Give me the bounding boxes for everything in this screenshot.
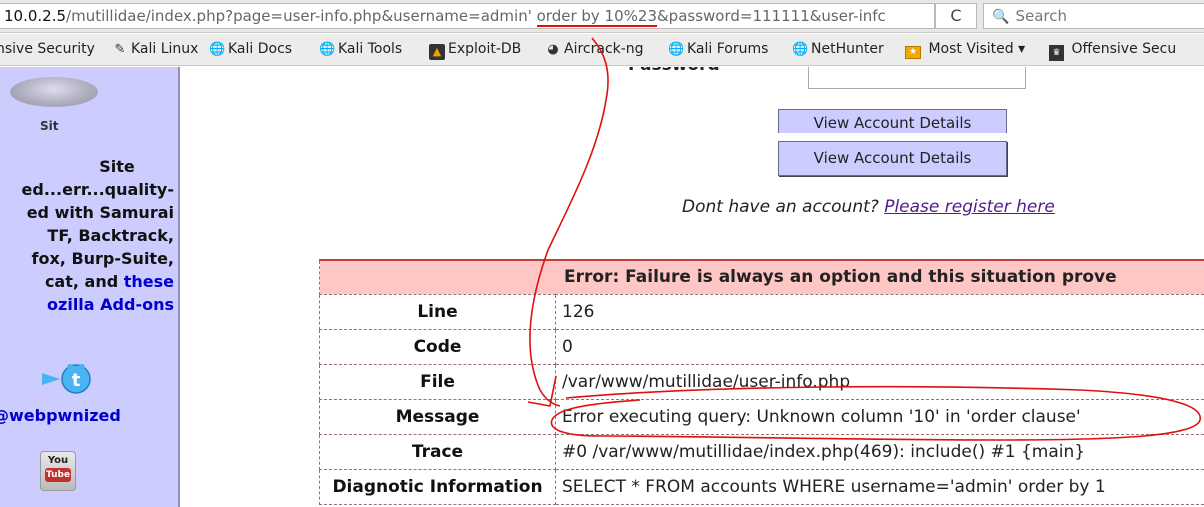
- youtube-tube: Tube: [45, 468, 71, 482]
- main-content: Password View Account Details View Accou…: [182, 67, 1204, 507]
- table-row: Code 0: [319, 328, 1204, 365]
- folder-icon: ★: [905, 46, 921, 59]
- offensive-security-icon: ♛: [1049, 45, 1064, 61]
- reload-button[interactable]: C: [935, 3, 977, 29]
- globe-icon: 🌐: [319, 42, 336, 57]
- view-account-button-ghost: View Account Details: [778, 109, 1007, 133]
- bookmark-label: Offensive Secu: [1071, 41, 1177, 57]
- addons-link[interactable]: ozilla Add-ons: [0, 293, 174, 316]
- globe-icon: 🌐: [209, 42, 226, 57]
- sidebar-line: TF, Backtrack,: [47, 226, 174, 245]
- bookmark-label: nsive Security: [0, 41, 95, 57]
- table-row: Message Error executing query: Unknown c…: [319, 398, 1204, 435]
- aircrack-icon: ◕: [547, 42, 559, 57]
- youtube-you: You: [47, 455, 69, 466]
- bookmark-label: Exploit-DB: [448, 41, 522, 57]
- bookmark-most-visited[interactable]: ★ Most Visited ▾: [905, 34, 1025, 65]
- bookmark-kali-tools[interactable]: 🌐 Kali Tools: [319, 34, 402, 65]
- bookmark-exploit-db[interactable]: ▲ Exploit-DB: [429, 34, 521, 65]
- error-key-diagnostic: Diagnotic Information: [319, 468, 556, 505]
- url-injection-highlight: order by 10%23: [536, 7, 657, 27]
- sidebar-description: Site ed...err...quality- ed with Samurai…: [0, 155, 174, 316]
- bookmark-label: Most Visited ▾: [928, 41, 1026, 57]
- error-key-line: Line: [319, 293, 556, 330]
- svg-text:t: t: [72, 370, 81, 391]
- error-key-code: Code: [319, 328, 556, 365]
- twitter-bird-icon[interactable]: t: [38, 359, 94, 401]
- register-prompt: Dont have an account? Please register he…: [682, 197, 1055, 217]
- error-value-diagnostic: SELECT * FROM accounts WHERE username='a…: [555, 468, 1204, 505]
- sidebar-line-prefix: cat, and: [44, 272, 124, 291]
- error-key-file: File: [319, 363, 556, 400]
- youtube-icon[interactable]: You Tube: [40, 451, 76, 491]
- url-path: /mutillidae/index.php?page=user-info.php…: [66, 7, 532, 25]
- register-prompt-text: Dont have an account?: [682, 197, 879, 217]
- error-value-file: /var/www/mutillidae/user-info.php: [555, 363, 1204, 400]
- search-icon: 🔍: [992, 9, 1010, 25]
- error-header: Error: Failure is always an option and t…: [319, 259, 1204, 295]
- url-host: 10.0.2.5: [4, 7, 67, 25]
- sidebar: Sit Site ed...err...quality- ed with Sam…: [0, 67, 180, 507]
- sidebar-line: ed...err...quality-: [21, 180, 174, 199]
- password-field[interactable]: [808, 67, 1026, 89]
- bookmark-aircrack-ng[interactable]: ◕ Aircrack-ng: [545, 34, 644, 65]
- bookmark-label: Aircrack-ng: [564, 41, 644, 57]
- globe-icon: 🌐: [668, 42, 685, 57]
- bookmark-label: NetHunter: [811, 41, 884, 57]
- exploit-db-icon: ▲: [429, 44, 445, 60]
- sidebar-title: Site: [99, 157, 135, 176]
- error-key-trace: Trace: [319, 433, 556, 470]
- search-placeholder: Search: [1015, 7, 1067, 25]
- reload-icon: C: [950, 6, 962, 25]
- bookmark-label: Kali Tools: [338, 41, 403, 57]
- table-row: Trace #0 /var/www/mutillidae/index.php(4…: [319, 433, 1204, 470]
- table-row: Diagnotic Information SELECT * FROM acco…: [319, 468, 1204, 505]
- bookmark-kali-forums[interactable]: 🌐 Kali Forums: [668, 34, 768, 65]
- error-value-code: 0: [555, 328, 1204, 365]
- view-account-details-button[interactable]: View Account Details: [778, 141, 1007, 176]
- url-input[interactable]: 10.0.2.5/mutillidae/index.php?page=user-…: [0, 3, 935, 29]
- password-label: Password: [628, 67, 720, 75]
- bookmarks-bar: nsive Security ✎ Kali Linux 🌐 Kali Docs 🌐 K…: [0, 34, 1204, 66]
- browser-toolbar: 10.0.2.5/mutillidae/index.php?page=user-…: [0, 0, 1204, 33]
- error-value-trace: #0 /var/www/mutillidae/index.php(469): i…: [555, 433, 1204, 470]
- error-value-message: Error executing query: Unknown column '1…: [555, 398, 1204, 435]
- bookmark-kali-docs[interactable]: 🌐 Kali Docs: [209, 34, 292, 65]
- search-input[interactable]: 🔍 Search: [983, 3, 1204, 29]
- table-row: File /var/www/mutillidae/user-info.php: [319, 363, 1204, 400]
- bookmark-label: Kali Linux: [131, 41, 199, 57]
- sidebar-line: ed with Samurai: [26, 203, 174, 222]
- bookmark-label: Kali Docs: [228, 41, 293, 57]
- globe-icon: 🌐: [792, 42, 809, 57]
- bookmark-label: Kali Forums: [687, 41, 769, 57]
- bookmark-offensive-security[interactable]: nsive Security: [0, 34, 95, 65]
- table-row: Line 126: [319, 293, 1204, 330]
- logo-caption: Sit: [40, 119, 59, 131]
- error-table: Error: Failure is always an option and t…: [319, 259, 1204, 505]
- bookmark-offensive-security-2[interactable]: ♛ Offensive Secu: [1049, 34, 1176, 65]
- site-logo: [10, 77, 98, 107]
- sidebar-line: cat, and these: [0, 270, 174, 293]
- bookmark-kali-linux[interactable]: ✎ Kali Linux: [112, 34, 199, 65]
- error-value-line: 126: [555, 293, 1204, 330]
- register-link[interactable]: Please register here: [884, 197, 1055, 217]
- url-rest: &password=111111&user-infc: [656, 7, 886, 25]
- bookmark-nethunter[interactable]: 🌐 NetHunter: [792, 34, 884, 65]
- sidebar-line: fox, Burp-Suite,: [31, 249, 174, 268]
- twitter-handle-link[interactable]: @webpwnized: [0, 406, 121, 425]
- kali-dragon-icon: ✎: [114, 42, 126, 57]
- error-key-message: Message: [319, 398, 556, 435]
- these-link[interactable]: these: [124, 272, 174, 291]
